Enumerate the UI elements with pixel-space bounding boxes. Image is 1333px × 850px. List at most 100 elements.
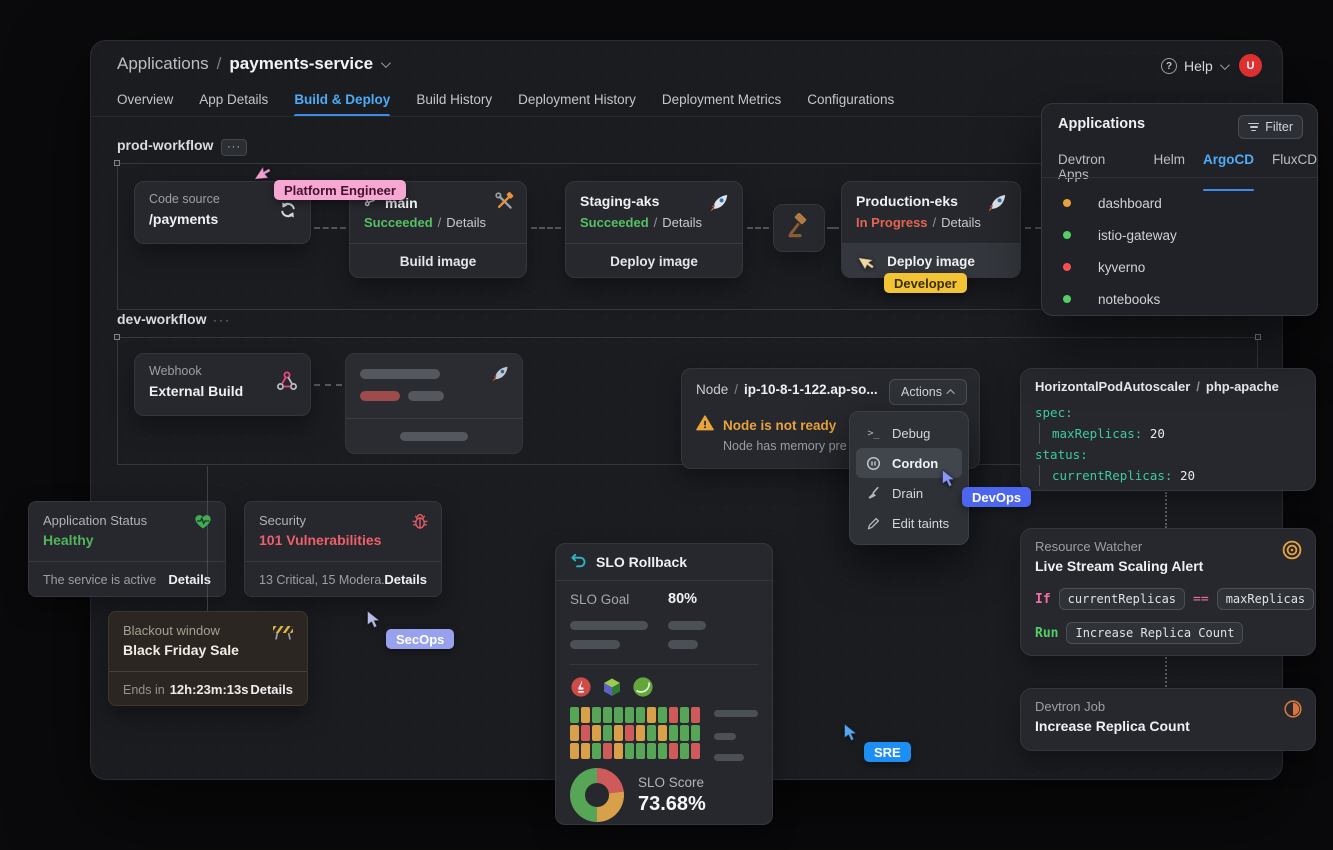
applications-panel: Applications Filter Devtron Apps Helm Ar… bbox=[1041, 103, 1318, 316]
if-keyword: If bbox=[1035, 592, 1051, 607]
tab-build-history[interactable]: Build History bbox=[416, 92, 492, 117]
warning-subtitle: Node has memory pre bbox=[723, 439, 847, 453]
operator: == bbox=[1193, 592, 1209, 607]
resize-handle[interactable] bbox=[1255, 334, 1261, 340]
tab-overview[interactable]: Overview bbox=[117, 92, 173, 117]
slo-card-title: SLO Rollback bbox=[596, 554, 687, 570]
tab-deployment-history[interactable]: Deployment History bbox=[518, 92, 636, 117]
list-item[interactable]: dashboard bbox=[1042, 187, 1317, 219]
avatar[interactable]: U bbox=[1239, 54, 1262, 77]
connector-line bbox=[827, 227, 839, 229]
tab-helm[interactable]: Helm bbox=[1153, 152, 1185, 191]
resource-watcher-value: Live Stream Scaling Alert bbox=[1035, 558, 1203, 574]
production-details-link[interactable]: Details bbox=[941, 215, 981, 230]
breadcrumb-section[interactable]: Applications bbox=[117, 54, 209, 74]
progress-moon-icon bbox=[1283, 699, 1303, 724]
list-item[interactable]: kyverno bbox=[1042, 251, 1317, 283]
connector-line bbox=[314, 227, 346, 229]
condition-chip: currentReplicas bbox=[1059, 588, 1185, 610]
menu-item-label: Edit taints bbox=[892, 516, 949, 531]
staging-deploy-image-button[interactable]: Deploy image bbox=[566, 243, 742, 278]
broom-icon bbox=[865, 486, 882, 501]
deploy-status: Succeeded bbox=[580, 215, 649, 230]
list-item[interactable]: notebooks bbox=[1042, 283, 1317, 315]
yaml-block: spec: maxReplicas: 20 status: currentRep… bbox=[1035, 402, 1195, 486]
details-link[interactable]: Details bbox=[168, 572, 211, 587]
devops-cursor bbox=[941, 469, 958, 488]
resource-name: php-apache bbox=[1206, 379, 1279, 394]
build-details-link[interactable]: Details bbox=[446, 215, 486, 230]
menu-item-debug[interactable]: >_ Debug bbox=[856, 418, 962, 448]
application-status-value: Healthy bbox=[43, 532, 94, 548]
status-dot bbox=[1063, 231, 1071, 239]
status-dot bbox=[1063, 295, 1071, 303]
warning-icon bbox=[696, 415, 714, 436]
build-image-button[interactable]: Build image bbox=[350, 243, 526, 278]
yaml-key: spec: bbox=[1035, 405, 1073, 420]
webhook-icon bbox=[276, 370, 298, 397]
status-dot bbox=[1063, 199, 1071, 207]
slo-card-header: SLO Rollback bbox=[556, 544, 772, 581]
help-menu[interactable]: ? Help bbox=[1161, 58, 1227, 74]
divider bbox=[346, 418, 522, 419]
details-link[interactable]: Details bbox=[250, 682, 293, 697]
skeleton-bar bbox=[714, 710, 758, 717]
menu-item-label: Drain bbox=[892, 486, 923, 501]
resize-handle[interactable] bbox=[114, 160, 120, 166]
tab-argocd[interactable]: ArgoCD bbox=[1203, 152, 1254, 191]
separator: / bbox=[734, 382, 738, 397]
menu-item-label: Debug bbox=[892, 426, 930, 441]
yaml-key: status: bbox=[1035, 447, 1088, 462]
app-name: dashboard bbox=[1098, 196, 1162, 211]
rocket-icon bbox=[988, 192, 1008, 217]
filter-icon bbox=[1248, 123, 1259, 132]
tab-configurations[interactable]: Configurations bbox=[807, 92, 894, 117]
actions-button[interactable]: Actions bbox=[889, 379, 967, 405]
git-sync-icon bbox=[278, 200, 298, 225]
chevron-up-icon bbox=[946, 389, 954, 397]
blackout-window-card: Blackout window Black Friday Sale Ends i… bbox=[108, 611, 308, 706]
tab-devtron-apps[interactable]: Devtron Apps bbox=[1058, 152, 1135, 191]
help-icon: ? bbox=[1161, 58, 1177, 74]
devtron-job-card: Devtron Job Increase Replica Count bbox=[1020, 688, 1316, 751]
blackout-label: Blackout window bbox=[123, 623, 220, 638]
webhook-label: Webhook bbox=[149, 364, 202, 378]
dev-workflow-menu-button[interactable]: ··· bbox=[213, 313, 231, 327]
slo-score-label: SLO Score bbox=[638, 775, 704, 790]
resource-watcher-label: Resource Watcher bbox=[1035, 539, 1142, 554]
breadcrumb-app[interactable]: payments-service bbox=[229, 54, 373, 74]
security-label: Security bbox=[259, 513, 306, 528]
sre-label: SRE bbox=[864, 742, 911, 762]
staging-details-link[interactable]: Details bbox=[662, 215, 702, 230]
tab-app-details[interactable]: App Details bbox=[199, 92, 268, 117]
platform-engineer-label: Platform Engineer bbox=[274, 180, 406, 200]
separator: / bbox=[933, 215, 937, 230]
dev-workflow-title: dev-workflow bbox=[117, 311, 206, 327]
staging-pipeline-card[interactable]: Staging-aks Succeeded / Details Deploy i… bbox=[565, 181, 743, 278]
approval-gate-node[interactable] bbox=[773, 204, 825, 252]
prod-workflow-menu-button[interactable]: ··· bbox=[221, 139, 247, 156]
tab-fluxcd[interactable]: FluxCD bbox=[1272, 152, 1317, 191]
filter-button[interactable]: Filter bbox=[1238, 115, 1303, 139]
webhook-card[interactable]: Webhook External Build bbox=[134, 353, 311, 416]
secops-cursor bbox=[366, 610, 383, 629]
skeleton-bar bbox=[570, 640, 620, 649]
menu-item-edit-taints[interactable]: Edit taints bbox=[856, 508, 962, 538]
tab-build-deploy[interactable]: Build & Deploy bbox=[294, 92, 390, 117]
ends-in-label: Ends in bbox=[123, 683, 165, 697]
tab-deployment-metrics[interactable]: Deployment Metrics bbox=[662, 92, 781, 117]
list-item[interactable]: istio-gateway bbox=[1042, 219, 1317, 251]
run-keyword: Run bbox=[1035, 626, 1058, 641]
app-name: kyverno bbox=[1098, 260, 1145, 275]
app-name: notebooks bbox=[1098, 292, 1160, 307]
bug-icon bbox=[411, 512, 429, 535]
security-footer-text: 13 Critical, 15 Modera... bbox=[259, 573, 384, 587]
applications-tab-bar: Devtron Apps Helm ArgoCD FluxCD bbox=[1058, 152, 1317, 191]
pending-pipeline-card[interactable] bbox=[345, 353, 523, 454]
resize-handle[interactable] bbox=[114, 334, 120, 340]
connector-line bbox=[1165, 657, 1167, 687]
env-name: Staging-aks bbox=[580, 193, 659, 209]
details-link[interactable]: Details bbox=[384, 572, 427, 587]
connector-line bbox=[531, 227, 561, 229]
slo-rollback-card: SLO Rollback SLO Goal 80% SLO Score 73.6… bbox=[555, 543, 773, 825]
